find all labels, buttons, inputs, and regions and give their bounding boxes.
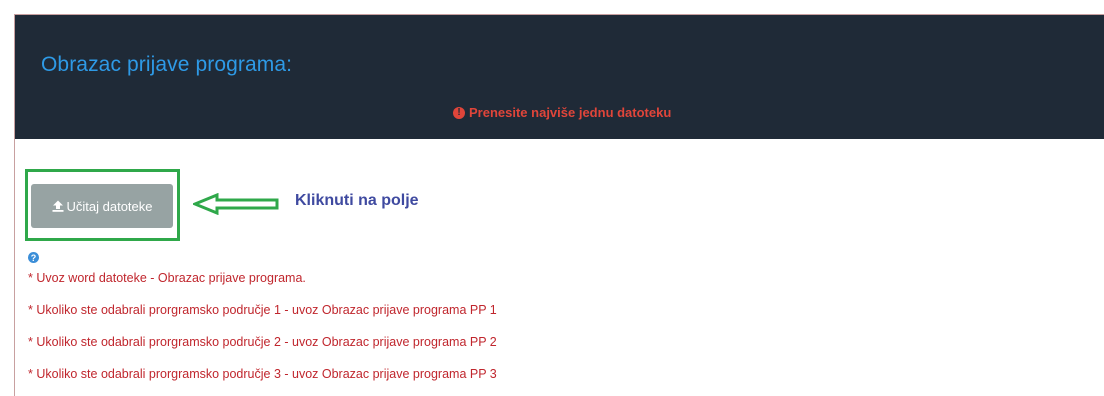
question-circle-icon[interactable]: ? [28,252,39,263]
alert-text: Prenesite najviše jednu datoteku [469,105,672,120]
upload-files-button[interactable]: Učitaj datoteke [31,184,173,228]
instruction-text: Kliknuti na polje [295,192,419,209]
page-title: Obrazac prijave programa: [41,53,293,76]
arrow-left-icon [193,193,279,215]
exclamation-circle-icon: ! [453,106,465,119]
panel-header: Obrazac prijave programa: ! Prenesite na… [15,15,1104,139]
upload-button-label: Učitaj datoteke [66,198,153,214]
upload-icon [52,200,64,212]
note-line: * Ukoliko ste odabrali prorgramsko podru… [28,303,497,317]
upload-limit-alert: ! Prenesite najviše jednu datoteku [453,105,671,120]
note-line: * Ukoliko ste odabrali prorgramsko podru… [28,335,497,349]
note-line: * Uvoz word datoteke - Obrazac prijave p… [28,271,306,285]
note-line: * Ukoliko ste odabrali prorgramsko podru… [28,367,497,381]
upload-panel: Obrazac prijave programa: ! Prenesite na… [14,14,1104,396]
